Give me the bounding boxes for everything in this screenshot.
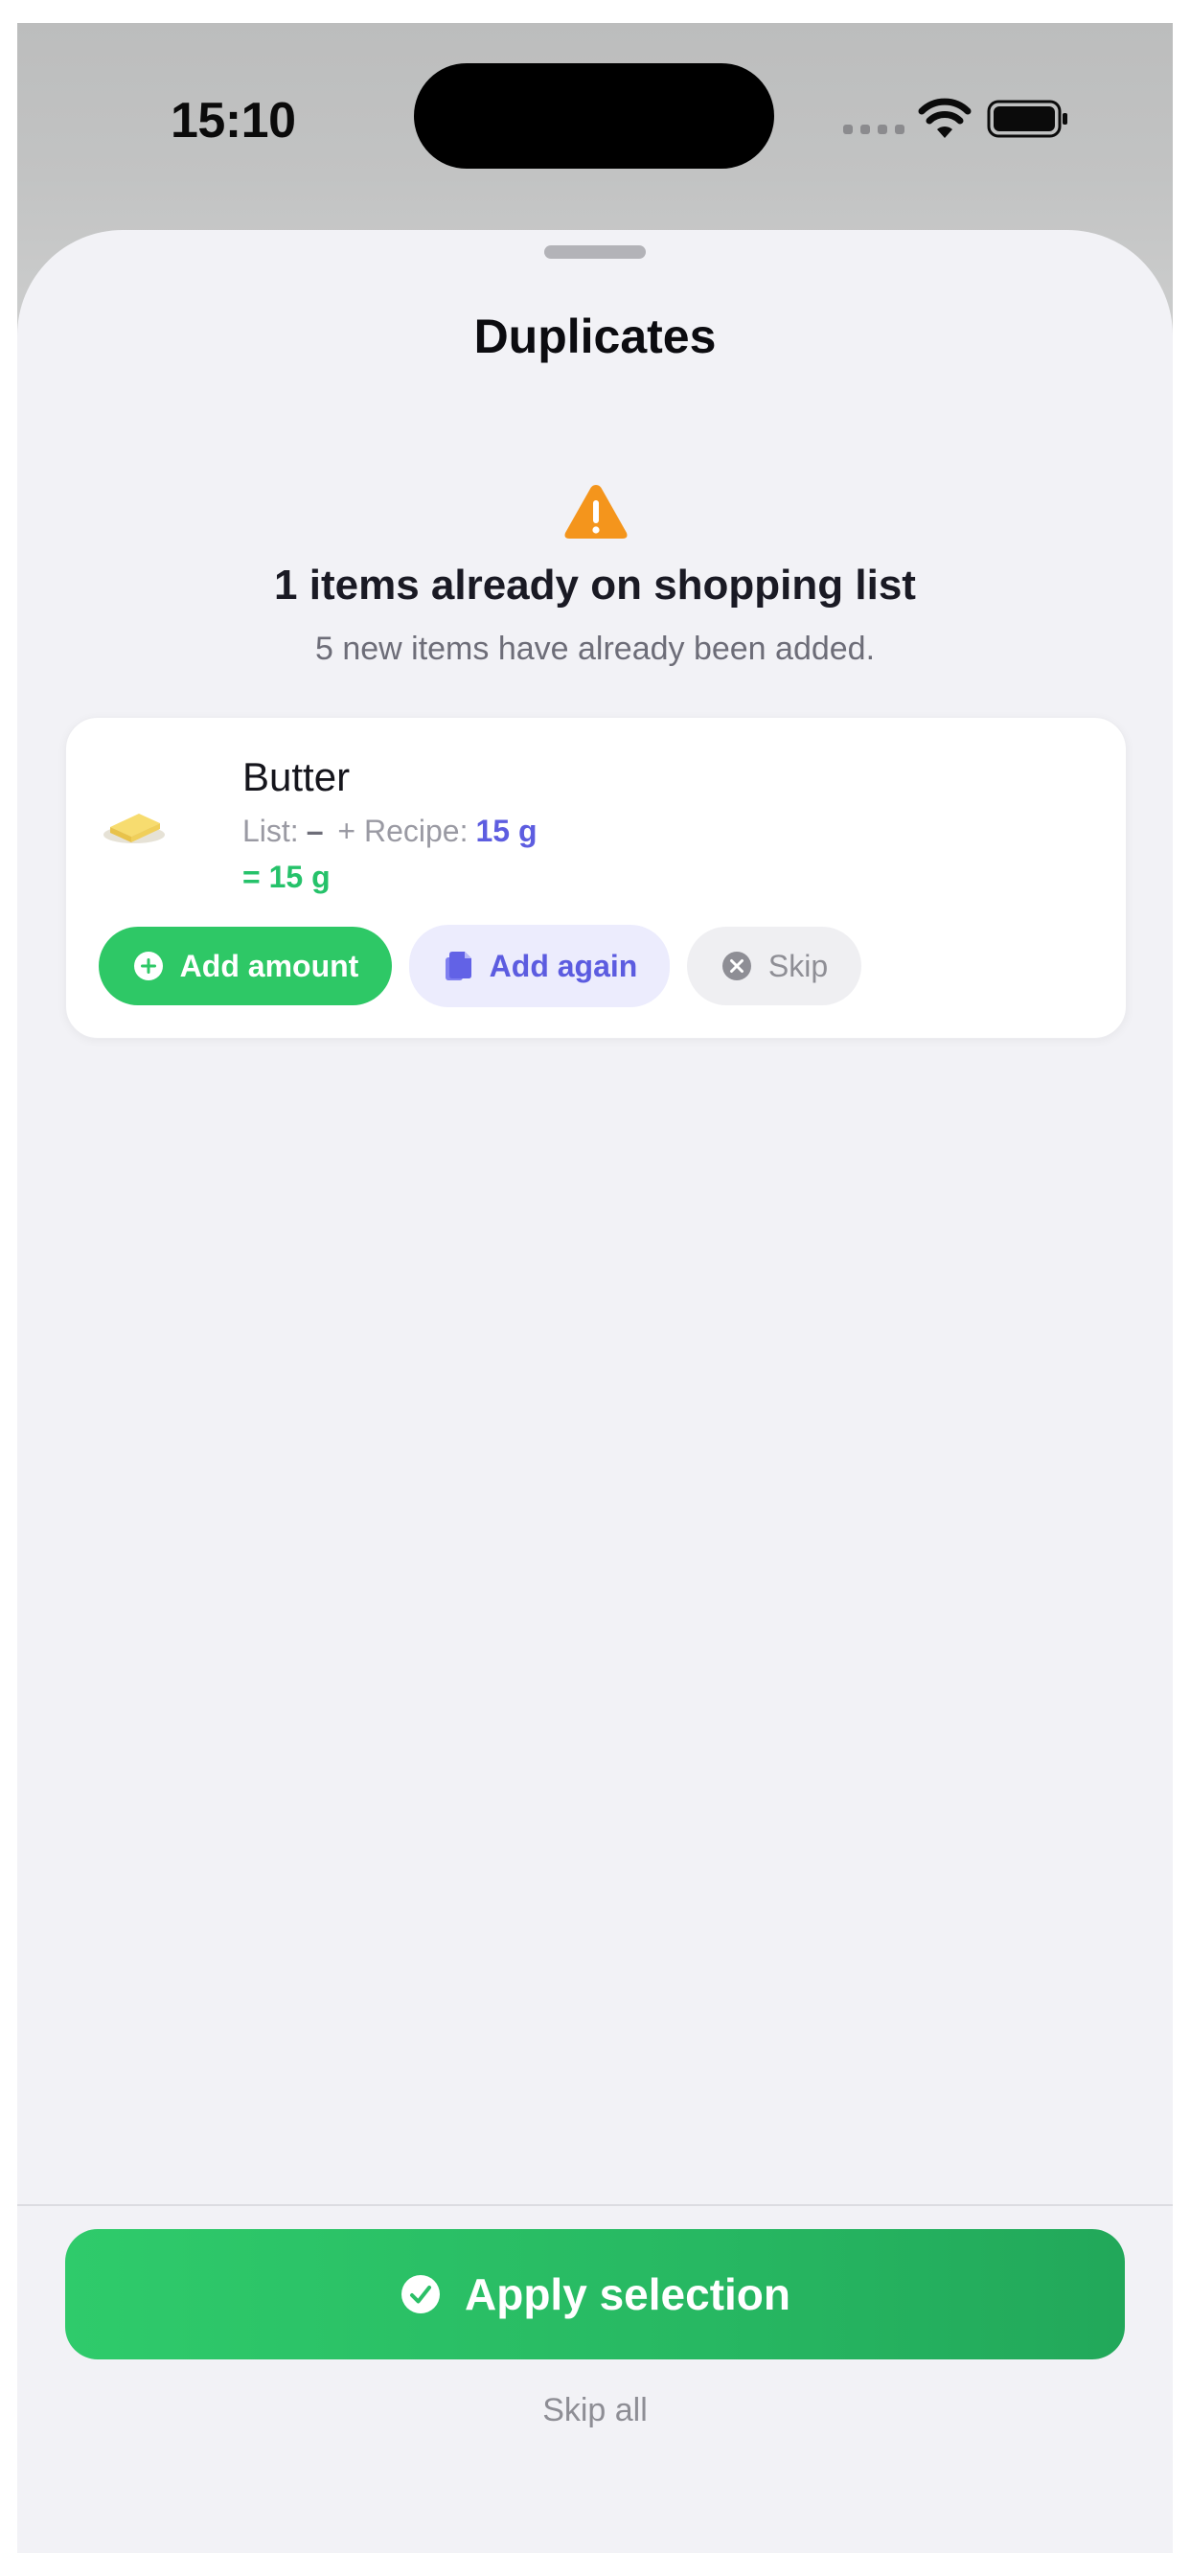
butter-icon	[103, 814, 165, 843]
close-circle-icon	[721, 952, 751, 980]
recipe-value: 15 g	[475, 814, 538, 848]
checkmark-circle-icon	[401, 2275, 441, 2313]
total-amount: = 15 g	[242, 860, 331, 894]
plus-circle-icon	[133, 952, 163, 980]
add-again-label: Add again	[489, 948, 638, 983]
duplicates-subline: 5 new items have already been added.	[314, 631, 876, 667]
list-label: List:	[242, 814, 299, 848]
sheet-title: Duplicates	[473, 310, 717, 363]
skip-all-link[interactable]: Skip all	[17, 2392, 1173, 2429]
duplicate-document-icon	[445, 952, 471, 980]
apply-selection-button[interactable]: Apply selection	[65, 2229, 1125, 2359]
battery-icon	[987, 100, 1067, 138]
add-again-button[interactable]: Add again	[409, 925, 670, 1007]
duplicates-headline: 1 items already on shopping list	[274, 562, 916, 609]
status-time: 15:10	[171, 93, 296, 149]
warning-icon	[564, 485, 628, 539]
skip-label: Skip	[767, 948, 829, 983]
duplicate-item-card: Butter List: – + Recipe: 15 g = 15 g Add a…	[65, 717, 1127, 1039]
skip-button[interactable]: Skip	[687, 927, 861, 1005]
cellular-signal-icon	[843, 125, 904, 134]
apply-selection-label: Apply selection	[465, 2269, 790, 2319]
plus-sign: +	[337, 814, 356, 848]
footer-divider	[17, 2204, 1173, 2206]
duplicates-sheet: Duplicates 1 items already on shopping l…	[17, 230, 1173, 2553]
quantity-breakdown: List: – + Recipe: 15 g	[242, 814, 537, 849]
phone-screen: 15:10 Duplicates 1 items already on shop…	[17, 23, 1173, 2553]
wifi-icon	[918, 98, 972, 138]
list-value: –	[306, 814, 324, 848]
sheet-grabber[interactable]	[544, 245, 646, 259]
add-amount-label: Add amount	[179, 948, 359, 983]
add-amount-button[interactable]: Add amount	[99, 927, 392, 1005]
item-name: Butter	[242, 754, 351, 799]
status-bar: 15:10	[17, 23, 1173, 215]
recipe-label: Recipe:	[363, 814, 469, 848]
dynamic-island	[414, 63, 774, 169]
